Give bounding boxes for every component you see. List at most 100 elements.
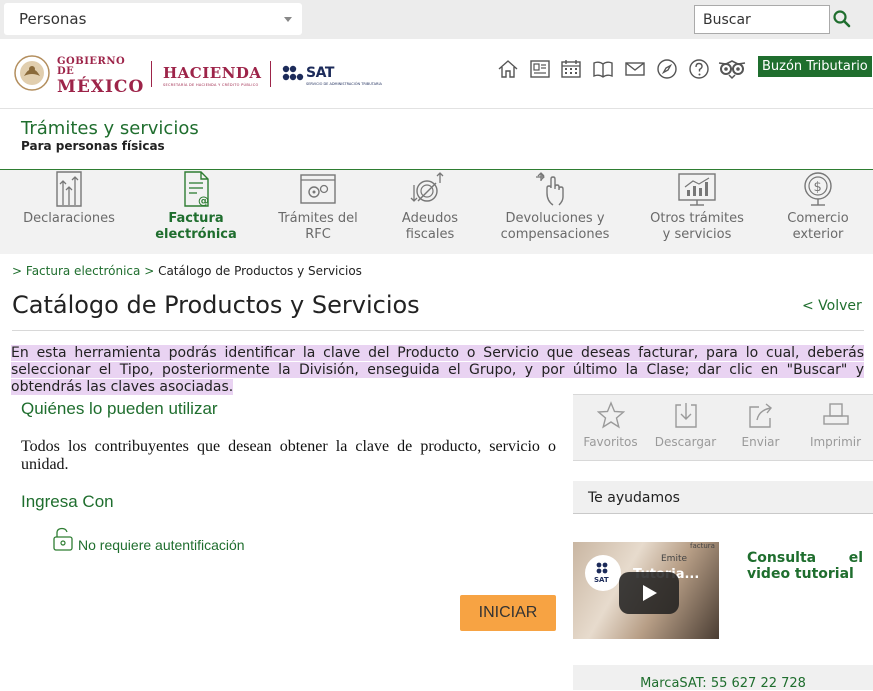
gobierno-line2: MÉXICO: [57, 77, 145, 97]
category-label-2: y servicios: [662, 227, 732, 242]
category-label: Trámites del: [278, 211, 358, 226]
category-tramites-rfc[interactable]: Trámites del RFC: [268, 170, 368, 255]
unlocked-icon: [53, 527, 73, 551]
site-header: GOBIERNO DE MÉXICO HACIENDA SECRETARÍA D…: [0, 39, 873, 109]
video-caption: Emite: [661, 554, 687, 564]
download-button[interactable]: Descargar: [648, 401, 723, 449]
svg-text:@: @: [198, 194, 209, 207]
play-icon: [643, 585, 657, 601]
category-label-2: electrónica: [155, 227, 237, 242]
ingresa-heading: Ingresa Con: [21, 492, 114, 511]
section-title[interactable]: Trámites y servicios: [21, 118, 199, 139]
video-logo: SAT: [585, 555, 621, 591]
persona-select-value: Personas: [19, 10, 87, 28]
sat-logo-icon: [596, 562, 608, 574]
action-label: Imprimir: [809, 435, 862, 449]
debts-coins-icon: [410, 172, 444, 202]
category-label: Adeudos: [401, 211, 459, 226]
auth-text: No requiere autentificación: [78, 537, 245, 553]
category-comercio-exterior[interactable]: $ Comercio exterior: [772, 170, 864, 255]
category-label: Factura: [168, 211, 224, 226]
gobierno-text: GOBIERNO DE MÉXICO: [57, 57, 144, 96]
category-factura-electronica[interactable]: @ Factura electrónica: [146, 170, 246, 255]
video-caption-sub: factura: [690, 542, 715, 550]
svg-text:$: $: [814, 180, 822, 195]
help-box-header: Te ayudamos: [573, 481, 873, 514]
category-label: Comercio: [787, 211, 849, 226]
sat-subtitle: SERVICIO DE ADMINISTRACIÓN TRIBUTARIA: [306, 82, 382, 86]
page-title: Catálogo de Productos y Servicios: [12, 291, 420, 319]
category-label-2: RFC: [305, 227, 331, 242]
hacienda-subtitle: SECRETARÍA DE HACIENDA Y CRÉDITO PÚBLICO: [163, 83, 259, 87]
gobierno-line1: GOBIERNO DE: [57, 56, 126, 77]
video-caption-top: Emite: [661, 554, 688, 564]
share-icon: [748, 403, 772, 428]
mail-icon[interactable]: [624, 58, 646, 80]
help-icon[interactable]: [688, 58, 710, 80]
category-label: Otros trámites: [650, 211, 744, 226]
divider: [12, 330, 864, 331]
print-button[interactable]: Imprimir: [798, 401, 873, 449]
category-otros-tramites[interactable]: Otros trámites y servicios: [643, 170, 751, 255]
star-icon: [596, 401, 625, 429]
intro-text: En esta herramienta podrás identificar l…: [11, 345, 864, 396]
share-button[interactable]: Enviar: [723, 401, 798, 449]
calendar-icon[interactable]: [560, 58, 582, 80]
persona-select[interactable]: Personas: [4, 3, 302, 35]
category-adeudos-fiscales[interactable]: Adeudos fiscales: [380, 170, 480, 255]
home-icon[interactable]: [497, 58, 519, 80]
breadcrumb: > Factura electrónica > Catálogo de Prod…: [12, 264, 362, 278]
book-icon[interactable]: [592, 58, 614, 80]
accessibility-icon[interactable]: [718, 58, 746, 80]
compass-icon[interactable]: [656, 58, 678, 80]
category-label: Devoluciones y: [505, 211, 605, 226]
action-label: Enviar: [741, 435, 780, 449]
category-nav: Declaraciones @ Factura electrónica Trám…: [0, 169, 873, 254]
gobierno-logo[interactable]: GOBIERNO DE MÉXICO: [13, 54, 144, 96]
intro-highlight: En esta herramienta podrás identificar l…: [11, 345, 864, 395]
invoice-icon: @: [184, 171, 209, 207]
search-icon[interactable]: [832, 9, 852, 29]
refund-hand-icon: [536, 172, 564, 206]
video-tutorial-link[interactable]: Consulta el video tutorial: [747, 550, 863, 582]
video-thumbnail[interactable]: Emite factura SAT Tutoria...: [573, 542, 719, 639]
breadcrumb-current: Catálogo de Productos y Servicios: [158, 264, 362, 278]
category-devoluciones[interactable]: Devoluciones y compensaciones: [495, 170, 615, 255]
buzon-tributario-button[interactable]: Buzón Tributario: [758, 56, 872, 77]
other-services-icon: [678, 173, 716, 206]
hacienda-logo[interactable]: HACIENDA: [163, 64, 262, 82]
back-link[interactable]: < Volver: [802, 298, 862, 314]
video-logo-text: SAT: [594, 576, 609, 584]
section-subtitle: Para personas físicas: [21, 139, 165, 153]
globe-money-icon: $: [804, 172, 832, 206]
divider: [270, 61, 271, 87]
play-button[interactable]: [619, 572, 679, 614]
sat-logo-icon: [282, 65, 304, 81]
chevron-down-icon: [284, 17, 292, 22]
eagle-seal-icon: [14, 55, 50, 91]
breadcrumb-separator: >: [12, 264, 23, 278]
action-label: Favoritos: [583, 435, 638, 449]
who-heading: Quiénes lo pueden utilizar: [21, 399, 218, 418]
who-text: Todos los contribuyentes que desean obte…: [21, 438, 556, 473]
print-icon: [822, 403, 849, 425]
category-label: Declaraciones: [23, 211, 115, 226]
breadcrumb-link-factura[interactable]: Factura electrónica: [26, 264, 140, 278]
divider: [151, 61, 152, 87]
top-bar: Personas: [0, 0, 873, 39]
category-label-2: compensaciones: [500, 227, 610, 242]
action-bar: Favoritos Descargar Enviar Imprimir: [573, 394, 873, 461]
sat-logo[interactable]: SAT: [306, 65, 334, 81]
breadcrumb-separator: >: [144, 264, 155, 278]
category-label-2: fiscales: [405, 227, 455, 242]
start-button[interactable]: INICIAR: [460, 595, 556, 631]
rfc-gears-icon: [300, 174, 336, 204]
favorite-button[interactable]: Favoritos: [573, 401, 648, 449]
news-icon[interactable]: [529, 58, 551, 80]
help-title: Te ayudamos: [588, 490, 680, 506]
category-declaraciones[interactable]: Declaraciones: [18, 170, 120, 255]
search-input[interactable]: [694, 5, 830, 34]
action-label: Descargar: [654, 435, 717, 449]
marca-sat-phone: MarcaSAT: 55 627 22 728: [573, 665, 873, 691]
auth-row: No requiere autentificación: [53, 527, 245, 554]
